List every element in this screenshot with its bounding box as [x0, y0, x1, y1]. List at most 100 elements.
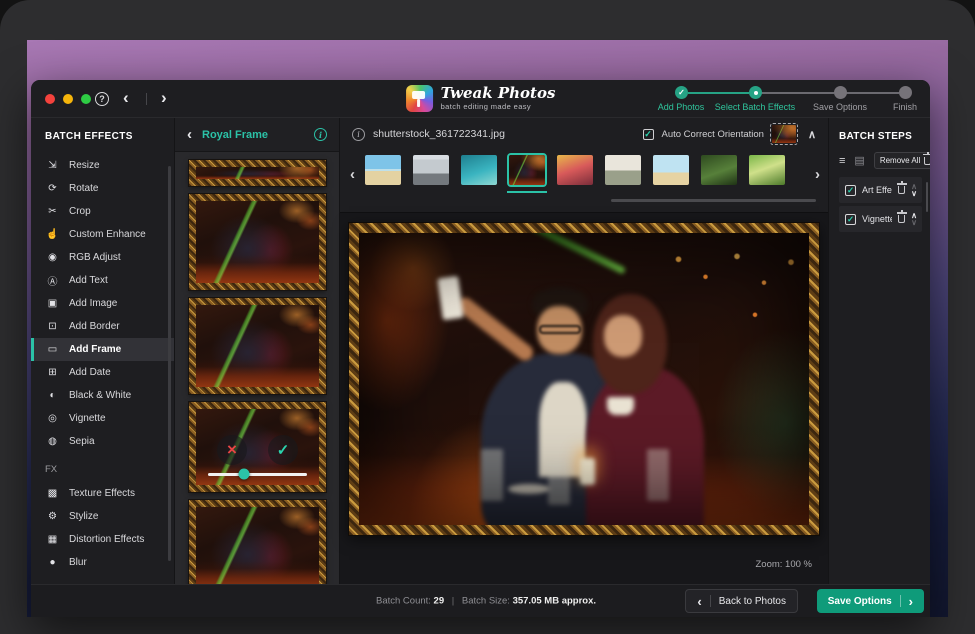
sidebar-item-resize[interactable]: ⇲Resize — [31, 154, 174, 177]
save-options-button[interactable]: Save Options › — [817, 589, 924, 613]
sidebar-item-crop[interactable]: ✂Crop — [31, 200, 174, 223]
batch-step-row-vignette[interactable]: ✓ Vignette ∧ ∨ — [839, 206, 922, 232]
step-label: Art Effect — [862, 185, 892, 195]
photo-thumbnail[interactable] — [461, 155, 497, 185]
batch-count-label: Batch Count: — [376, 596, 431, 607]
collapse-strip-icon[interactable]: ∧ — [808, 128, 816, 141]
sidebar-item-black-white[interactable]: ◐Black & White — [31, 384, 174, 407]
sidebar-item-label: Add Image — [69, 298, 117, 309]
auto-correct-group: ✓ Auto Correct Orientation ∧ — [643, 125, 817, 143]
step-label: Add Photos — [658, 102, 705, 112]
frame-picker-panel: ‹ Royal Frame i × ✓ — [175, 118, 340, 584]
photo-woman-body — [586, 367, 704, 525]
slider-knob[interactable] — [238, 469, 249, 480]
step-label: Save Options — [813, 102, 867, 112]
sidebar-item-sepia[interactable]: ◍Sepia — [31, 430, 174, 453]
sidebar-title: BATCH EFFECTS — [31, 118, 174, 154]
sidebar-item-custom-enhance[interactable]: ☝Custom Enhance — [31, 223, 174, 246]
sidebar-item-label: Resize — [69, 160, 100, 171]
remove-all-button[interactable]: Remove All — [874, 152, 930, 169]
sidebar-item-add-date[interactable]: ⊞Add Date — [31, 361, 174, 384]
sidebar-item-distortion-effects[interactable]: ▦Distortion Effects — [31, 528, 174, 551]
framed-photo-preview[interactable] — [349, 223, 819, 535]
move-down-icon[interactable]: ∨ — [911, 219, 917, 226]
step-select-batch-effects-dot[interactable] — [749, 86, 762, 99]
step-add-photos-dot[interactable]: ✓ — [675, 86, 688, 99]
step-checkbox[interactable]: ✓ — [845, 214, 856, 225]
strip-next-icon[interactable]: › — [815, 166, 820, 183]
frame-picker-header: ‹ Royal Frame i — [175, 118, 339, 152]
info-icon[interactable]: i — [314, 128, 327, 141]
sidebar-item-rotate[interactable]: ⟳Rotate — [31, 177, 174, 200]
photo-thumbnail[interactable] — [749, 155, 785, 185]
step-finish-dot[interactable] — [899, 86, 912, 99]
frame-thumbnail-active[interactable]: × ✓ — [189, 402, 326, 492]
help-icon[interactable]: ? — [95, 92, 109, 106]
sidebar-item-add-frame[interactable]: ▭Add Frame — [31, 338, 174, 361]
nav-back-icon[interactable]: ‹ — [123, 88, 129, 108]
sidebar-item-vignette[interactable]: ◎Vignette — [31, 407, 174, 430]
move-down-icon[interactable]: ∨ — [911, 190, 917, 197]
strip-prev-icon[interactable]: ‹ — [350, 166, 355, 183]
frame-thumbnail[interactable] — [189, 160, 326, 186]
step-checkbox[interactable]: ✓ — [845, 185, 856, 196]
frame-thumbnail[interactable] — [189, 500, 326, 584]
sidebar-item-label: Vignette — [69, 413, 106, 424]
auto-correct-label: Auto Correct Orientation — [662, 129, 764, 140]
close-button[interactable] — [45, 94, 55, 104]
trash-icon — [924, 157, 930, 165]
footer-bar: Batch Count: 29 | Batch Size: 357.05 MB … — [31, 584, 930, 617]
photo-thumbnail[interactable] — [605, 155, 641, 185]
reorder-controls: ∧ ∨ — [911, 183, 917, 197]
sidebar-item-add-border[interactable]: ⊡Add Border — [31, 315, 174, 338]
sidebar-item-blur[interactable]: ●Blur — [31, 551, 174, 574]
minimize-button[interactable] — [63, 94, 73, 104]
strip-scrollbar[interactable] — [611, 199, 816, 202]
fx-section-label: FX — [31, 453, 174, 482]
blur-icon: ● — [45, 557, 60, 568]
filename-label: shutterstock_361722341.jpg — [373, 128, 635, 140]
photo-thumbnail[interactable] — [701, 155, 737, 185]
sidebar-scrollbar[interactable] — [168, 166, 171, 561]
preview-area: i shutterstock_361722341.jpg ✓ Auto Corr… — [340, 118, 828, 584]
batch-steps-title: BATCH STEPS — [829, 118, 930, 152]
maximize-button[interactable] — [81, 94, 91, 104]
frame-category-back-icon[interactable]: ‹ — [187, 126, 192, 143]
frame-intensity-slider[interactable] — [208, 473, 306, 476]
sidebar-item-stylize[interactable]: ⚙Stylize — [31, 505, 174, 528]
detail-view-icon[interactable]: ▤ — [854, 155, 864, 167]
progress-line — [761, 92, 834, 94]
delete-step-icon[interactable] — [898, 186, 905, 194]
batch-step-row-art-effect[interactable]: ✓ Art Effect ∧ ∨ — [839, 177, 922, 203]
cancel-frame-button[interactable]: × — [217, 435, 247, 465]
nav-forward-icon[interactable]: › — [161, 88, 167, 108]
auto-correct-checkbox[interactable]: ✓ — [643, 129, 654, 140]
back-to-photos-button[interactable]: ‹ Back to Photos — [685, 589, 798, 613]
list-view-icon[interactable]: ≡ — [839, 155, 845, 167]
frame-thumbnail[interactable] — [189, 298, 326, 394]
apply-frame-button[interactable]: ✓ — [268, 435, 298, 465]
sidebar-item-add-text[interactable]: ⒶAdd Text — [31, 269, 174, 292]
photo-thumbnail[interactable] — [653, 155, 689, 185]
preview-header: i shutterstock_361722341.jpg ✓ Auto Corr… — [340, 118, 828, 150]
batch-size-label: Batch Size: — [462, 596, 510, 607]
delete-step-icon[interactable] — [898, 215, 905, 223]
frame-thumbnail[interactable] — [189, 194, 326, 290]
sidebar-item-add-image[interactable]: ▣Add Image — [31, 292, 174, 315]
photo-thumbnail[interactable] — [365, 155, 401, 185]
sidebar-item-rgb-adjust[interactable]: ◉RGB Adjust — [31, 246, 174, 269]
app-logo: Tweak Photos batch editing made easy — [406, 85, 556, 112]
sidebar-item-label: Sepia — [69, 436, 95, 447]
step-save-options-dot[interactable] — [834, 86, 847, 99]
titlebar-divider — [146, 93, 147, 105]
photo-woman-face — [604, 315, 642, 357]
sidebar-item-texture-effects[interactable]: ▩Texture Effects — [31, 482, 174, 505]
batch-steps-scrollbar[interactable] — [926, 182, 929, 212]
wizard-progress: ✓ Add Photos Select Batch Effects Save O… — [655, 80, 930, 118]
photo-thumbnail[interactable] — [413, 155, 449, 185]
photo-thumbnail[interactable] — [557, 155, 593, 185]
info-icon[interactable]: i — [352, 128, 365, 141]
stylize-icon: ⚙ — [45, 511, 60, 522]
photo-thumbnail-selected[interactable] — [509, 155, 545, 185]
texture-icon: ▩ — [45, 488, 60, 499]
